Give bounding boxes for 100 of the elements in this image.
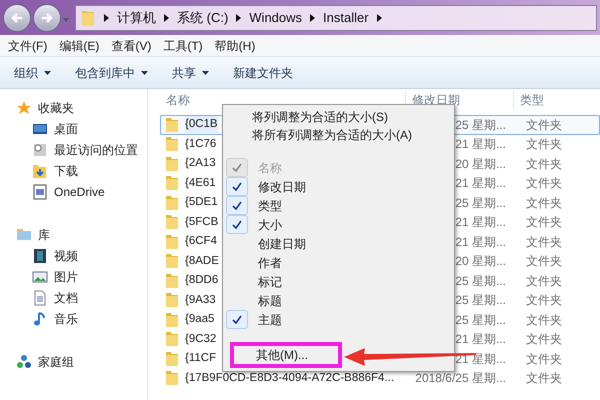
breadcrumb[interactable]: Windows [249,8,302,28]
sidebar-item[interactable]: 音乐 [54,310,78,328]
chevron-icon[interactable] [310,14,316,22]
menu-item[interactable]: 修改日期 [223,177,454,196]
file-name[interactable]: {0C1B [185,116,218,134]
menu-item[interactable]: 帮助(H) [210,36,260,54]
menu-item[interactable]: 类型 [223,196,454,215]
sidebar-item[interactable]: 视频 [54,246,78,264]
menu-item[interactable]: 将列调整为合适的大小(S) [223,108,454,126]
toolbar-button[interactable]: 组织 [8,60,57,84]
sidebar-item[interactable]: 桌面 [54,120,78,138]
type-cell: 文件夹 [526,312,562,327]
clock-icon [32,142,48,158]
file-name[interactable]: {9C32 [185,330,216,348]
column-header[interactable]: 名称 [166,93,190,107]
back-button[interactable] [3,4,31,32]
file-name[interactable]: {11CF [185,350,216,368]
forward-button[interactable] [33,4,61,32]
document-icon [32,290,48,306]
breadcrumb[interactable]: 计算机 [117,8,156,28]
music-note-icon [32,310,48,326]
chevron-icon[interactable] [104,14,109,22]
date-cell-text: 20 星期... [455,253,506,270]
folder-icon [82,10,94,26]
file-name[interactable]: {8ADE [185,252,219,270]
menu-item[interactable]: 工具(T) [158,36,208,54]
sidebar-item[interactable]: 库 [38,226,50,244]
folder-icon [165,272,179,289]
menu-item[interactable]: 文件(F) [3,36,52,54]
folder-icon [165,350,179,367]
caret-icon [202,70,209,74]
chevron-icon[interactable] [376,14,382,22]
menu-item[interactable]: 创建日期 [223,234,454,253]
file-name[interactable]: {9A33 [185,292,216,309]
sidebar-item[interactable]: 最近访问的位置 [54,140,138,158]
folder-icon [165,175,179,192]
menu-item[interactable]: 标记 [223,272,454,291]
menu-item[interactable]: 查看(V) [106,36,156,54]
file-name[interactable]: {5FCB [185,214,218,231]
file-name[interactable]: {6CF4 [185,233,217,250]
sidebar-item[interactable]: 收藏夹 [38,98,74,116]
file-name[interactable]: {8DD6 [185,272,218,290]
menu-item[interactable]: 作者 [223,253,454,272]
menu-item[interactable]: 标题 [223,291,454,310]
type-cell: 文件夹 [526,176,562,190]
menu-item[interactable]: 其他(M)... [230,342,342,368]
date-cell-text: 25 星期... [455,312,506,329]
sidebar-item[interactable]: 图片 [54,268,78,286]
address-field[interactable]: 计算机 系统 (C:) Windows Installer [75,4,597,30]
caret-icon [141,70,148,74]
folder-icon [165,312,179,328]
sidebar-item[interactable]: OneDrive [54,182,105,200]
file-name[interactable]: {4E61 [185,174,216,192]
film-icon [32,248,48,264]
folder-icon [165,116,179,133]
folder-icon [32,162,48,178]
folder-icon [165,136,179,152]
date-cell-text: 25 星期... [455,272,506,290]
type-cell: 文件夹 [526,137,562,152]
menu-item[interactable]: 将所有列调整为合适的大小(A) [223,126,454,144]
date-cell-text: 25 星期... [455,116,506,134]
file-name[interactable]: {17B9F0CD-E8D3-4094-A72C-B886F4... [185,370,394,387]
breadcrumb[interactable]: Installer [323,8,369,28]
folder-icon [165,194,179,211]
picture-icon [32,268,48,284]
chevron-icon[interactable] [236,14,242,22]
date-cell-text: 21 星期... [455,214,506,232]
type-cell: 文件夹 [526,352,562,366]
date-cell-text: 25 星期... [455,194,506,212]
type-cell: 文件夹 [526,215,562,230]
file-name[interactable]: {1C76 [185,136,216,153]
toolbar-button[interactable]: 新建文件夹 [227,60,299,84]
breadcrumb[interactable]: 系统 (C:) [177,8,228,28]
type-cell: 文件夹 [526,156,562,171]
window-icon [32,184,48,200]
column-header[interactable]: 类型 [520,93,544,107]
arrow-left-icon [10,10,24,24]
type-cell: 文件夹 [526,274,562,288]
type-cell: 文件夹 [526,293,562,308]
date-cell-text: 20 星期... [455,156,506,173]
menu-item[interactable]: 编辑(E) [54,36,104,54]
menu-item[interactable]: 主题 [223,310,454,329]
menu-item[interactable]: 大小 [223,215,454,234]
type-cell: 文件夹 [526,196,562,210]
folder-icon [165,156,179,172]
file-name[interactable]: {5DE1 [185,194,218,212]
file-name[interactable]: {2A13 [185,155,216,172]
sidebar-item[interactable]: 家庭组 [38,352,74,370]
date-cell-text: 21 星期... [455,234,506,251]
type-cell: 文件夹 [526,118,562,132]
network-icon [16,354,32,370]
toolbar-button[interactable]: 包含到库中 [69,60,154,84]
toolbar-button[interactable]: 共享 [166,60,215,84]
chevron-icon[interactable] [164,14,169,22]
file-name[interactable]: {9aa5 [185,311,214,328]
type-cell: 文件夹 [526,234,562,249]
sidebar-item[interactable]: 文档 [54,288,78,306]
folder-icon [165,331,179,348]
type-cell: 文件夹 [526,371,562,386]
sidebar-item[interactable]: 下载 [54,162,78,180]
